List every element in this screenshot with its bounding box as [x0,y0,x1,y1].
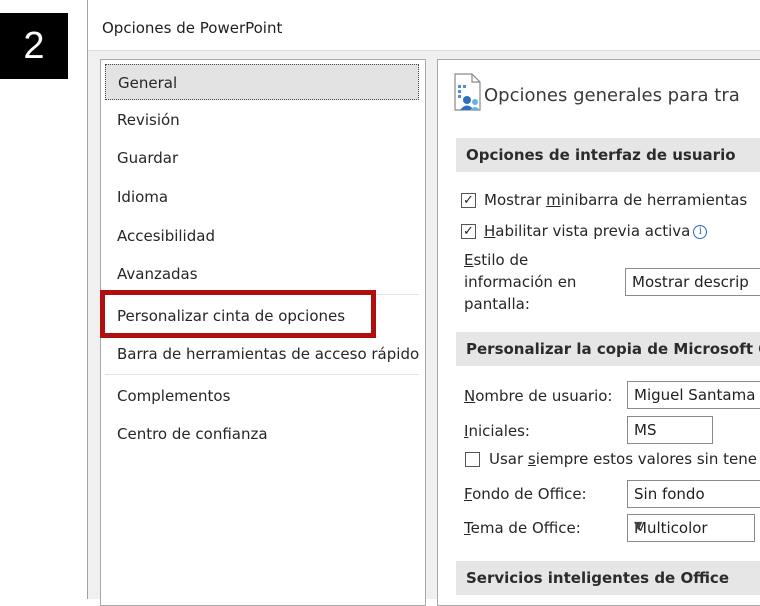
label-part: niciales: [468,422,530,440]
info-icon[interactable]: i [693,224,708,239]
initials-input[interactable]: MS [627,416,713,444]
sidebar-item-revision[interactable]: Revisión [105,102,419,138]
label-part: iempre estos valores sin tene [535,450,757,468]
sidebar-item-complementos[interactable]: Complementos [105,378,419,414]
label-part: inibarra de herramientas [560,191,748,209]
sidebar-item-idioma[interactable]: Idioma [105,179,419,215]
tooltip-style-label-line1: Estilo de [464,251,528,269]
live-preview-label: Habilitar vista previa activa i [484,222,708,240]
label-accelerator: s [527,450,536,468]
sidebar-item-label: General [118,74,178,92]
label-accelerator: H [484,222,496,240]
office-background-dropdown[interactable]: Sin fondo [627,480,760,508]
label-accelerator: T [464,519,471,537]
intelligent-services-section-header: Servicios inteligentes de Office [456,561,760,595]
input-value: MS [634,421,657,439]
sidebar-item-centro-confianza[interactable]: Centro de confianza [105,416,419,452]
sidebar-item-label: Barra de herramientas de acceso rápido [117,345,420,363]
label-accelerator: m [546,191,561,209]
tooltip-style-label-line3: pantalla: [464,295,530,313]
label-accelerator: N [464,387,476,405]
dialog-title: Opciones de PowerPoint [102,19,283,37]
tooltip-style-dropdown[interactable]: Mostrar descrip [625,268,760,296]
always-use-values-checkbox[interactable] [465,452,480,467]
label-part: Usar [489,450,528,468]
office-theme-dropdown[interactable]: Multicolor ▼ [627,514,755,542]
section-heading: Opciones de interfaz de usuario [466,146,736,164]
dialog-titlebar: Opciones de PowerPoint [88,6,760,51]
section-heading: Servicios inteligentes de Office [466,569,729,587]
chevron-down-icon: ▼ [634,519,643,532]
sidebar-item-label: Centro de confianza [117,425,268,443]
dropdown-value: Sin fondo [634,485,705,503]
sidebar-item-guardar[interactable]: Guardar [105,140,419,176]
minibar-label: Mostrar minibarra de herramientas [484,191,747,209]
sidebar-item-accesibilidad[interactable]: Accesibilidad [105,218,419,254]
label-part: ema de Office: [470,519,581,537]
dropdown-value: Mostrar descrip [632,273,749,291]
username-input[interactable]: Miguel Santama [627,381,760,409]
sidebar-item-label: Avanzadas [117,265,198,283]
sidebar-item-label: Guardar [117,149,179,167]
sidebar-item-label: Revisión [117,111,180,129]
label-accelerator: F [464,485,473,503]
highlight-annotation-box [100,290,376,338]
minibar-checkbox[interactable]: ✓ [461,193,476,208]
input-value: Miguel Santama [634,386,756,404]
section-heading: Personalizar la copia de Microsoft Off [466,340,760,358]
label-part: stilo de [473,251,529,269]
sidebar-item-barra-acceso-rapido[interactable]: Barra de herramientas de acceso rápido [105,336,419,372]
sidebar-divider [105,374,419,375]
initials-label: Iniciales: [464,422,530,440]
tooltip-style-label-line2: información en [464,273,577,291]
sidebar-item-label: Accesibilidad [117,227,215,245]
label-part: ondo de Office: [472,485,587,503]
username-label: Nombre de usuario: [464,387,612,405]
general-options-icon [454,73,481,111]
general-options-panel: Opciones generales para tra Opciones de … [437,59,760,606]
label-part: abilitar vista previa activa [495,222,691,240]
label-part: ombre de usuario: [475,387,613,405]
live-preview-checkbox[interactable]: ✓ [461,224,476,239]
label-part: Mostrar [484,191,547,209]
personalize-copy-section-header: Personalizar la copia de Microsoft Off [456,332,760,366]
ui-options-section-header: Opciones de interfaz de usuario [456,138,760,172]
sidebar-item-avanzadas[interactable]: Avanzadas [105,256,419,292]
office-theme-label: Tema de Office: [464,519,581,537]
panel-title: Opciones generales para tra [484,85,740,106]
sidebar-item-general[interactable]: General [105,64,419,100]
sidebar-item-label: Complementos [117,387,231,405]
step-number-badge: 2 [0,13,68,79]
office-background-label: Fondo de Office: [464,485,587,503]
always-use-values-label: Usar siempre estos valores sin tene [489,450,757,468]
sidebar-item-label: Idioma [117,188,169,206]
